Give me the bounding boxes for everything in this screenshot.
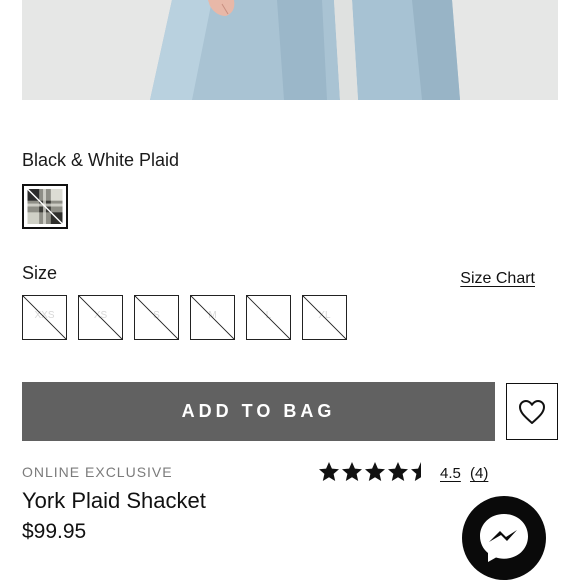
unavailable-strike-icon [303,296,346,339]
rating-value-link[interactable]: 4.5 [440,465,461,482]
color-name: Black & White Plaid [22,150,180,170]
color-swatch-black-white-plaid[interactable] [22,184,68,229]
unavailable-strike-icon [79,296,122,339]
size-option-l[interactable]: L [246,295,291,340]
review-count-link[interactable]: (4) [470,465,488,482]
unavailable-strike-icon [23,296,66,339]
size-option-xxs[interactable]: XXS [22,295,67,340]
product-image-graphic [22,0,558,100]
size-option-xl[interactable]: XL [302,295,347,340]
star-icon [388,462,408,481]
product-image [22,0,558,100]
size-options: XXS XS S M L XL [22,295,347,340]
size-option-xs[interactable]: XS [78,295,123,340]
messenger-icon [480,514,528,562]
unavailable-strike-icon [191,296,234,339]
wishlist-button[interactable] [506,383,558,440]
star-icon [342,462,362,481]
star-icon [411,462,421,481]
add-to-bag-button[interactable]: ADD TO BAG [22,382,495,441]
star-icon [365,462,385,481]
chat-button[interactable] [462,496,546,580]
online-exclusive-tag: ONLINE EXCLUSIVE [22,464,173,480]
unavailable-strike-icon [135,296,178,339]
star-icon [319,462,339,481]
size-chart-link[interactable]: Size Chart [460,270,535,288]
product-name: York Plaid Shacket [22,488,206,513]
size-option-m[interactable]: M [190,295,235,340]
unavailable-strike-icon [247,296,290,339]
size-label: Size [22,263,58,283]
heart-icon [519,399,545,424]
size-option-s[interactable]: S [134,295,179,340]
product-price: $99.95 [22,520,87,543]
rating-stars[interactable] [318,461,432,483]
plaid-swatch-image [27,189,63,224]
